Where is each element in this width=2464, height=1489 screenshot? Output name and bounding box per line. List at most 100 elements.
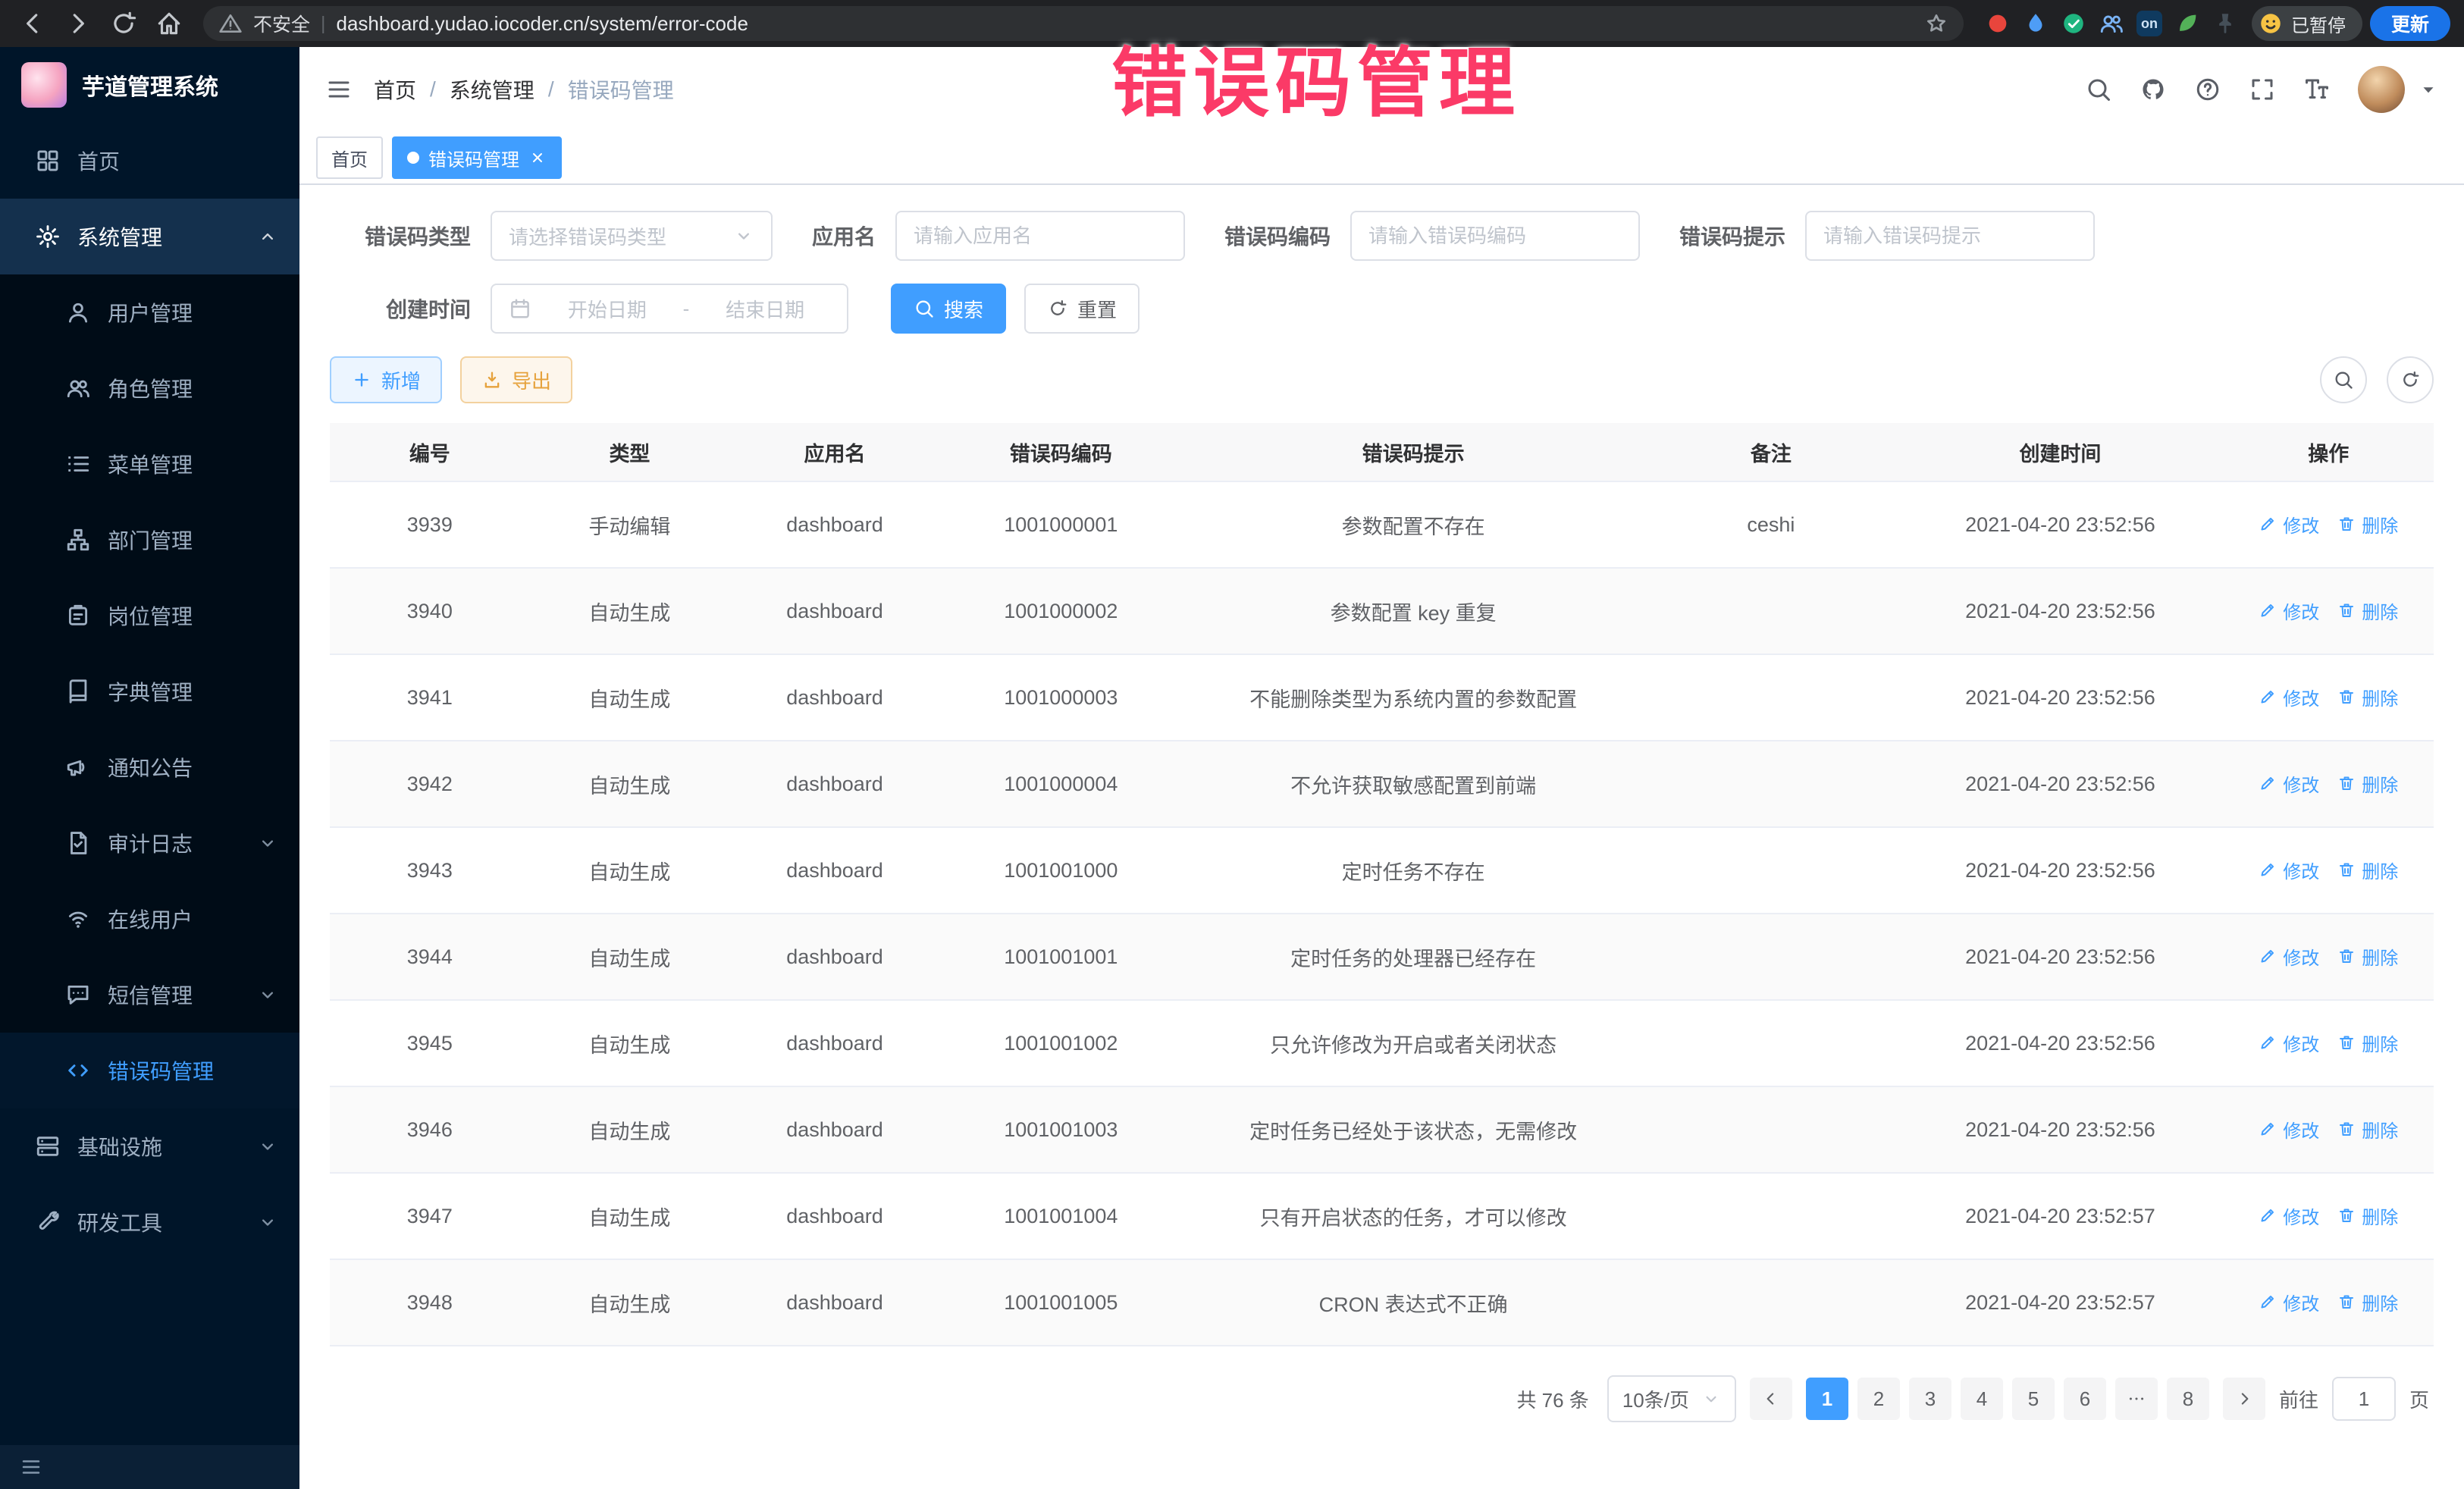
filter-row-1: 错误码类型 请选择错误码类型 应用名 错误码编码 [330,211,2434,261]
page-button-2[interactable]: 2 [1857,1378,1900,1420]
delete-link[interactable]: 删除 [2337,1202,2398,1229]
sidebar-item-home[interactable]: 首页 [0,123,299,199]
delete-link[interactable]: 删除 [2337,770,2398,797]
delete-link[interactable]: 删除 [2337,511,2398,538]
breadcrumb-item[interactable]: 首页 [374,74,416,105]
cell-time: 2021-04-20 23:52:56 [1897,481,2223,568]
error-code-input[interactable] [1350,211,1640,261]
browser-reload-button[interactable] [109,9,138,38]
check-extension-icon[interactable] [2061,11,2086,36]
edit-link[interactable]: 修改 [2259,1289,2319,1315]
edit-link[interactable]: 修改 [2259,511,2319,538]
ellipsis-icon [2127,1389,2146,1409]
delete-link[interactable]: 删除 [2337,857,2398,883]
error-msg-label: 错误码提示 [1679,221,1805,251]
close-icon[interactable] [528,149,547,167]
drop-extension-icon[interactable] [2023,11,2049,36]
page-button-8[interactable]: 8 [2167,1378,2209,1420]
sidebar-item-dev-tools[interactable]: 研发工具 [0,1184,299,1260]
add-button[interactable]: 新增 [330,356,442,403]
pin-extension-icon[interactable] [2212,11,2238,36]
browser-update-button[interactable]: 更新 [2370,6,2450,41]
prev-page-button[interactable] [1750,1378,1792,1420]
leaf-extension-icon[interactable] [2174,11,2200,36]
delete-link[interactable]: 删除 [2337,684,2398,710]
bookmark-star-icon[interactable] [1924,11,1948,36]
delete-link[interactable]: 删除 [2337,1289,2398,1315]
column-header: 创建时间 [1897,423,2223,481]
sidebar-item-online-user[interactable]: 在线用户 [0,881,299,957]
sidebar-item-audit-log[interactable]: 审计日志 [0,805,299,881]
sidebar-item-sms[interactable]: 短信管理 [0,957,299,1033]
create-time-range-picker[interactable]: 开始日期 - 结束日期 [491,284,848,334]
sidebar-item-label: 系统管理 [77,221,162,252]
edit-link[interactable]: 修改 [2259,597,2319,624]
refresh-table-button[interactable] [2387,356,2434,403]
table-header-row: 编号类型应用名错误码编码错误码提示备注创建时间操作 [330,423,2434,481]
search-button[interactable]: 搜索 [891,284,1006,334]
edit-link[interactable]: 修改 [2259,684,2319,710]
tab-error-code[interactable]: 错误码管理 [392,136,562,179]
record-extension-icon[interactable] [1985,11,2011,36]
fullscreen-button[interactable] [2249,76,2276,103]
export-button[interactable]: 导出 [460,356,572,403]
browser-forward-button[interactable] [64,9,92,38]
edit-icon [2259,688,2277,706]
font-size-button[interactable] [2303,76,2331,103]
page-size-select[interactable]: 10条/页 [1607,1375,1736,1422]
page-button-1[interactable]: 1 [1806,1378,1848,1420]
edit-link[interactable]: 修改 [2259,857,2319,883]
sidebar-item-error-code[interactable]: 错误码管理 [0,1033,299,1108]
error-msg-input[interactable] [1805,211,2095,261]
browser-home-button[interactable] [155,9,183,38]
sidebar-toggle-button[interactable] [325,76,353,103]
app-logo[interactable]: 芋道管理系统 [0,47,299,123]
search-button-label: 搜索 [944,295,983,323]
delete-link[interactable]: 删除 [2337,1116,2398,1143]
toggle-search-button[interactable] [2320,356,2367,403]
github-button[interactable] [2140,76,2167,103]
extensions-area: on [1985,11,2238,36]
next-page-button[interactable] [2223,1378,2265,1420]
goto-page-input[interactable] [2332,1377,2396,1421]
sidebar-item-post[interactable]: 岗位管理 [0,578,299,654]
edit-link[interactable]: 修改 [2259,1202,2319,1229]
browser-address-bar[interactable]: 不安全 | dashboard.yudao.iocoder.cn/system/… [203,6,1964,41]
sidebar-item-system[interactable]: 系统管理 [0,199,299,274]
sidebar-item-dict[interactable]: 字典管理 [0,654,299,729]
sidebar-item-infrastructure[interactable]: 基础设施 [0,1108,299,1184]
page-button-4[interactable]: 4 [1961,1378,2003,1420]
sidebar-item-role[interactable]: 角色管理 [0,350,299,426]
paused-badge[interactable]: 已暂停 [2252,6,2362,41]
breadcrumb-item[interactable]: 系统管理 [450,74,534,105]
badge-extension-icon[interactable]: on [2136,11,2162,36]
delete-link[interactable]: 删除 [2337,943,2398,970]
user-avatar[interactable] [2358,66,2405,113]
sidebar-item-menu[interactable]: 菜单管理 [0,426,299,502]
edit-link[interactable]: 修改 [2259,1030,2319,1056]
browser-back-button[interactable] [18,9,47,38]
page-button-3[interactable]: 3 [1909,1378,1951,1420]
error-type-select[interactable]: 请选择错误码类型 [491,211,773,261]
navbar-actions [2085,66,2438,113]
header-search-button[interactable] [2085,76,2112,103]
delete-link[interactable]: 删除 [2337,597,2398,624]
page-button-6[interactable]: 6 [2064,1378,2106,1420]
more-pages-button[interactable] [2115,1378,2158,1420]
column-header: 类型 [530,423,730,481]
reset-button[interactable]: 重置 [1024,284,1140,334]
people-extension-icon[interactable] [2099,11,2124,36]
chevron-down-icon[interactable] [2419,80,2438,99]
sidebar-item-notice[interactable]: 通知公告 [0,729,299,805]
help-button[interactable] [2194,76,2221,103]
edit-link[interactable]: 修改 [2259,943,2319,970]
page-button-5[interactable]: 5 [2012,1378,2055,1420]
app-name-input[interactable] [895,211,1185,261]
edit-link[interactable]: 修改 [2259,770,2319,797]
sidebar-item-dept[interactable]: 部门管理 [0,502,299,578]
sidebar-collapse[interactable] [0,1445,299,1489]
delete-link[interactable]: 删除 [2337,1030,2398,1056]
sidebar-item-user[interactable]: 用户管理 [0,274,299,350]
edit-link[interactable]: 修改 [2259,1116,2319,1143]
tab-home[interactable]: 首页 [316,136,383,179]
